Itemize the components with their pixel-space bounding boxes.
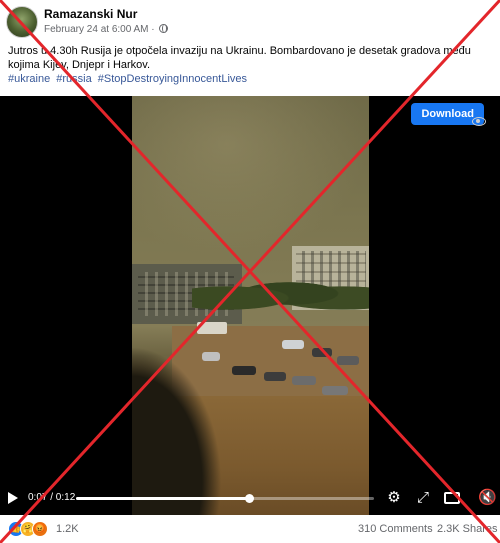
post-header: Ramazanski Nur February 24 at 6:00 AM ·: [0, 0, 500, 44]
car: [282, 340, 304, 349]
eye-icon[interactable]: [472, 117, 486, 126]
car: [232, 366, 256, 375]
globe-icon: [159, 24, 169, 33]
video-time: 0:07 / 0:12: [28, 492, 76, 503]
progress-fill: [76, 497, 249, 500]
angry-icon: 😡: [32, 521, 48, 537]
trees: [192, 271, 369, 316]
shares-count[interactable]: 2.3K Shares: [437, 523, 498, 535]
car: [337, 356, 359, 365]
bus: [197, 322, 227, 334]
car: [264, 372, 286, 381]
post-timestamp: February 24 at 6:00 AM ·: [44, 24, 169, 35]
sky: [132, 96, 369, 256]
video-frame: [132, 96, 369, 515]
gear-icon[interactable]: ⚙: [385, 489, 403, 507]
post-text: Jutros u 4.30h Rusija je otpočela invazi…: [8, 45, 471, 71]
car: [292, 376, 316, 385]
comments-count[interactable]: 310 Comments: [358, 523, 433, 535]
progress-bar[interactable]: [76, 494, 374, 503]
progress-knob[interactable]: [244, 494, 254, 503]
volume-icon[interactable]: 🔇: [478, 489, 497, 507]
reaction-count[interactable]: 1.2K: [56, 523, 79, 535]
video-player[interactable]: Download: [0, 96, 500, 515]
avatar[interactable]: [6, 6, 38, 38]
car: [322, 386, 348, 395]
expand-icon[interactable]: ⤢: [414, 489, 432, 507]
hashtag-list: #ukraine #russia #StopDestroyingInnocent…: [8, 72, 250, 86]
hashtag-russia[interactable]: #russia: [56, 73, 91, 85]
hashtag-stop-destroying[interactable]: #StopDestroyingInnocentLives: [98, 73, 247, 85]
post-footer: 👍 🤗 😡 1.2K 310 Comments 2.3K Shares: [0, 515, 500, 543]
author-name[interactable]: Ramazanski Nur: [44, 7, 137, 21]
pip-icon[interactable]: [444, 492, 460, 504]
hashtag-ukraine[interactable]: #ukraine: [8, 73, 50, 85]
play-icon[interactable]: [8, 492, 18, 504]
car: [312, 348, 332, 357]
timestamp-text[interactable]: February 24 at 6:00 AM ·: [44, 24, 157, 35]
video-controls: 0:07 / 0:12 ⚙ ⤢ 🔇: [0, 484, 500, 512]
